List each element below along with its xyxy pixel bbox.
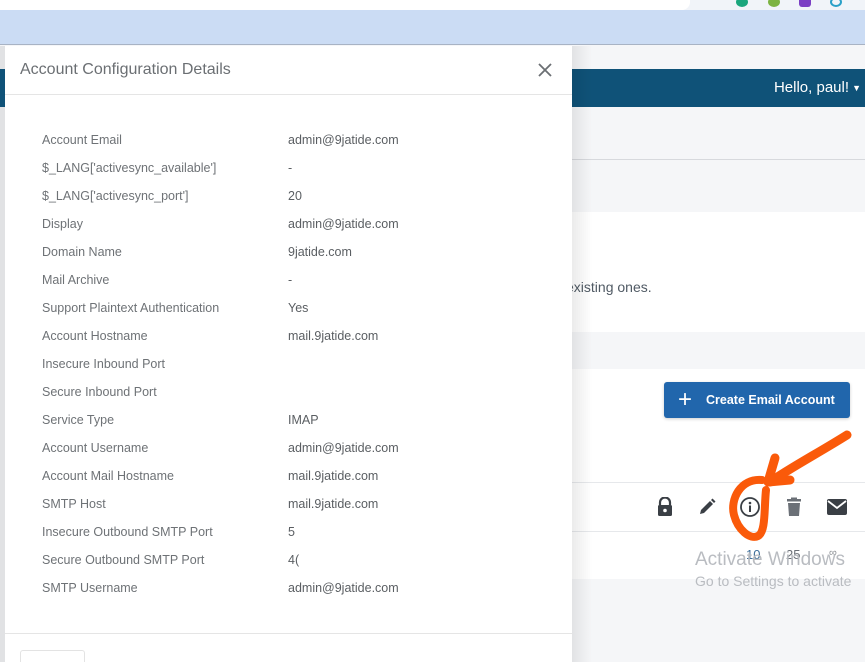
account-configuration-modal: Account Configuration Details Account Em… [5,46,572,662]
user-menu[interactable]: Hello, paul! ▼ [773,69,861,107]
windows-activation-watermark: Activate Windows Go to Settings to activ… [695,549,851,589]
detail-value: - [288,273,293,287]
create-email-account-label: Create Email Account [706,393,835,407]
detail-label: Display [42,217,83,231]
detail-label: Insecure Outbound SMTP Port [42,525,213,539]
lock-icon[interactable] [652,494,678,520]
detail-value: admin@9jatide.com [288,133,399,147]
info-icon[interactable] [737,494,763,520]
detail-value: mail.9jatide.com [288,497,379,511]
extension-icon[interactable] [768,0,780,7]
detail-value: admin@9jatide.com [288,217,399,231]
greeting-text: Hello, paul! [773,79,849,96]
detail-value: admin@9jatide.com [288,581,399,595]
detail-label: Mail Archive [42,273,110,287]
extension-icon[interactable] [799,0,811,7]
detail-value: 4( [288,553,300,567]
detail-label: Account Username [42,441,149,455]
watermark-title: Activate Windows [695,549,845,570]
modal-footer-button[interactable] [20,650,85,662]
detail-value: 9jatide.com [288,245,352,259]
extension-icon[interactable] [830,0,842,7]
plus-icon: + [678,386,693,413]
detail-label: $_LANG['activesync_port'] [42,189,189,203]
detail-value: 20 [288,189,302,203]
envelope-icon[interactable] [824,494,850,520]
extension-icon[interactable] [736,0,748,7]
detail-label: $_LANG['activesync_available'] [42,161,217,175]
modal-header: Account Configuration Details [5,46,572,95]
detail-value: mail.9jatide.com [288,469,379,483]
caret-down-icon: ▼ [852,83,861,93]
detail-value: Yes [288,301,309,315]
detail-label: Account Hostname [42,329,148,343]
bookmarks-bar [0,10,865,45]
detail-label: Domain Name [42,245,122,259]
modal-shadow [572,46,592,662]
detail-label: SMTP Username [42,581,138,595]
close-button[interactable] [534,59,556,81]
modal-footer-divider [5,633,572,634]
watermark-subtitle: Go to Settings to activate [695,573,852,589]
detail-value: - [288,161,293,175]
create-email-account-button[interactable]: + Create Email Account [664,382,850,418]
trash-icon[interactable] [781,494,807,520]
detail-label: Insecure Inbound Port [42,357,165,371]
detail-label: Account Email [42,133,122,147]
detail-value: IMAP [288,413,319,427]
detail-label: Secure Outbound SMTP Port [42,553,205,567]
detail-value: mail.9jatide.com [288,329,379,343]
modal-title: Account Configuration Details [20,61,231,78]
detail-value: 5 [288,525,295,539]
address-bar[interactable] [0,0,690,10]
detail-label: SMTP Host [42,497,106,511]
browser-tab-strip [0,0,865,10]
detail-value: admin@9jatide.com [288,441,399,455]
detail-label: Account Mail Hostname [42,469,175,483]
detail-label: Support Plaintext Authentication [42,301,220,315]
close-icon [538,63,552,77]
detail-label: Service Type [42,413,115,427]
detail-label: Secure Inbound Port [42,385,157,399]
pencil-icon[interactable] [694,494,720,520]
